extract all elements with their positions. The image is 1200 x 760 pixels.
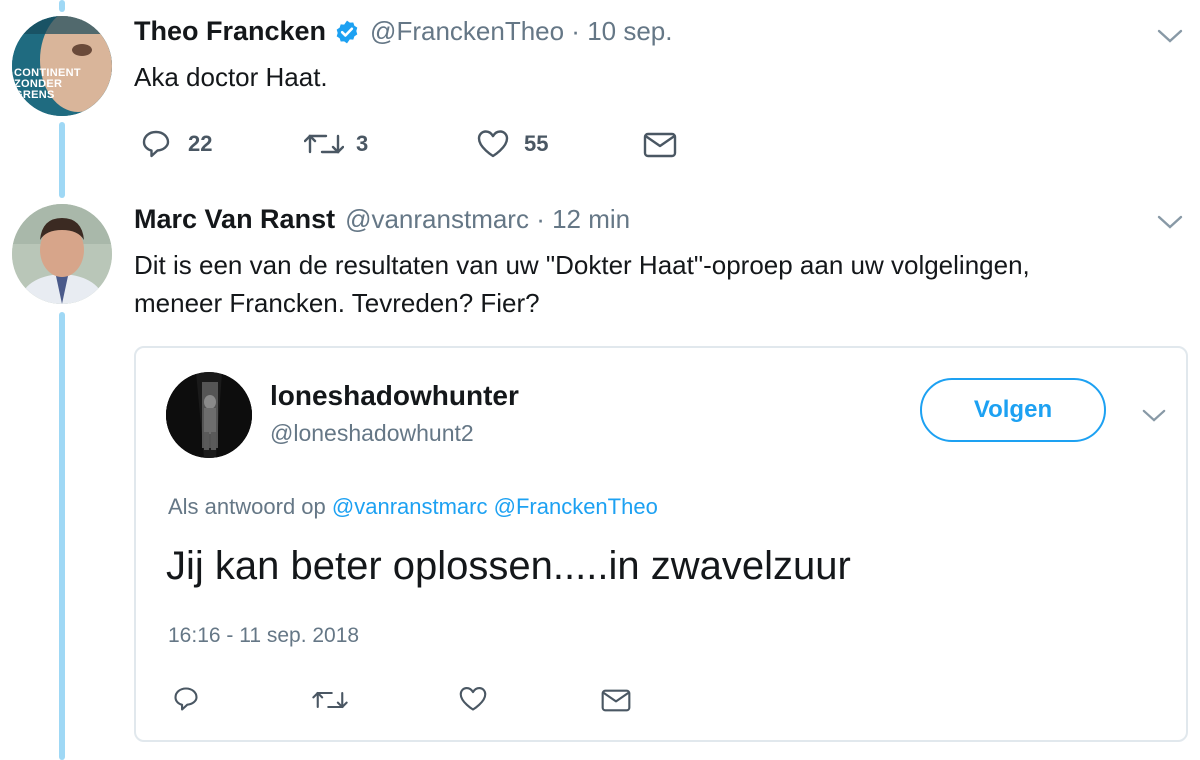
follow-button[interactable]: Volgen: [920, 378, 1106, 442]
retweet-button[interactable]: 3: [304, 128, 368, 160]
quoted-display-name[interactable]: loneshadowhunter: [270, 380, 519, 412]
thread-line-middle: [59, 122, 65, 198]
reply-count: 22: [188, 131, 213, 156]
avatar-francken[interactable]: CONTINENT ZONDER GRENS: [12, 16, 112, 116]
direct-message-icon: [643, 132, 677, 158]
like-icon: [477, 130, 509, 158]
retweet-icon: [304, 134, 344, 154]
chevron-down-icon[interactable]: [1142, 408, 1166, 423]
reply-context-prefix: Als antwoord op: [168, 494, 326, 519]
reply-icon: [142, 130, 170, 158]
mention-vanranstmarc[interactable]: @vanranstmarc: [332, 494, 488, 519]
quoted-handle[interactable]: @loneshadowhunt2: [270, 420, 474, 447]
display-name[interactable]: Marc Van Ranst: [134, 204, 335, 235]
chevron-down-icon[interactable]: [1157, 28, 1183, 44]
thread-line-top: [59, 0, 65, 12]
like-count: 55: [524, 131, 549, 156]
handle-and-time[interactable]: @FranckenTheo · 10 sep.: [370, 16, 672, 47]
tweet-text-line-1: Dit is een van de resultaten van uw "Dok…: [134, 250, 1030, 280]
avatar-loneshadowhunter[interactable]: [166, 372, 252, 458]
tweet-text: Aka doctor Haat.: [134, 62, 328, 92]
retweet-count: 3: [356, 131, 369, 156]
retweet-icon[interactable]: [312, 686, 348, 714]
thread-line-bottom: [59, 312, 65, 760]
chevron-down-icon[interactable]: [1157, 214, 1183, 230]
direct-message-icon[interactable]: [600, 687, 632, 714]
handle-and-time[interactable]: @vanranstmarc · 12 min: [345, 204, 630, 235]
quoted-tweet-text: Jij kan beter oplossen.....in zwavelzuur: [166, 544, 851, 588]
reply-button[interactable]: 22: [140, 128, 212, 160]
verified-badge-icon: [334, 19, 360, 45]
tweet-text-line-2: meneer Francken. Tevreden? Fier?: [134, 288, 540, 318]
mention-franckentheo[interactable]: @FranckenTheo: [494, 494, 658, 519]
avatar-vanranst[interactable]: [12, 204, 112, 304]
reply-context: Als antwoord op @vanranstmarc @FranckenT…: [168, 494, 658, 520]
like-button[interactable]: 55: [476, 128, 548, 160]
direct-message-button[interactable]: [642, 130, 678, 160]
avatar-text-3: GRENS: [14, 89, 55, 101]
quoted-timestamp[interactable]: 16:16 - 11 sep. 2018: [168, 624, 359, 648]
like-icon[interactable]: [458, 685, 488, 713]
display-name[interactable]: Theo Francken: [134, 16, 326, 47]
reply-icon[interactable]: [172, 685, 200, 713]
